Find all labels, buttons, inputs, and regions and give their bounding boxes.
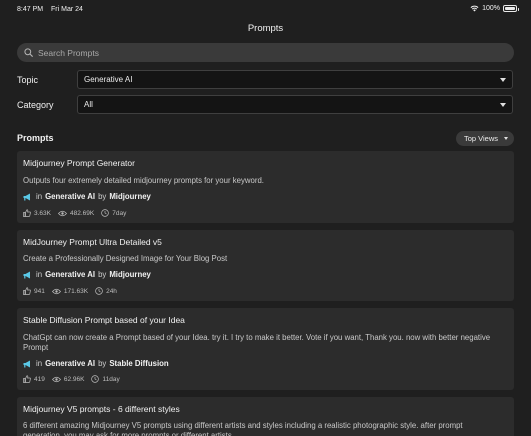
age-stat: 24h [95, 287, 117, 295]
caret-down-icon [500, 78, 506, 82]
battery-percent: 100% [482, 5, 500, 12]
card-stats: 941 171.63K 24h [23, 287, 124, 295]
clock-icon [101, 209, 109, 217]
category-select-value: All [84, 100, 93, 109]
sort-label: Top Views [463, 134, 498, 143]
clock-icon [91, 375, 100, 383]
meta-in: in [36, 192, 43, 201]
status-bar: 8:47 PM Fri Mar 24 100% [0, 0, 531, 18]
likes-count: 941 [34, 287, 45, 295]
topic-select-value: Generative AI [84, 75, 133, 84]
card-title[interactable]: Midjourney V5 prompts - 6 different styl… [23, 404, 180, 414]
search-icon [24, 48, 33, 57]
age-text: 11day [102, 375, 120, 383]
category-label: Category [17, 100, 54, 110]
age-stat: 7day [101, 209, 126, 217]
views-stat: 171.63K [51, 287, 89, 295]
caret-down-icon [504, 137, 508, 140]
topic-label: Topic [17, 75, 39, 85]
category-select[interactable]: All [77, 95, 513, 114]
likes-count: 419 [34, 375, 45, 383]
section-title: Prompts [17, 133, 54, 143]
status-left: 8:47 PM Fri Mar 24 [17, 6, 83, 13]
megaphone-icon [23, 271, 30, 278]
card-stats: 419 62.96K 11day [23, 375, 127, 383]
eye-icon [51, 288, 61, 294]
card-meta: in Generative AI by Stable Diffusion [23, 359, 172, 368]
category-link[interactable]: Midjourney [109, 192, 151, 201]
caret-down-icon [500, 103, 506, 107]
battery-icon [503, 5, 519, 12]
prompt-card[interactable]: Midjourney V5 prompts - 6 different styl… [17, 397, 514, 436]
likes-stat: 941 [23, 287, 45, 295]
views-stat: 482.69K [58, 210, 94, 217]
meta-by: by [98, 192, 107, 201]
likes-stat: 3.63K [23, 209, 51, 217]
views-count: 482.69K [70, 209, 95, 217]
card-meta: in Generative AI by Midjourney [23, 270, 154, 279]
search-bar[interactable] [17, 43, 514, 62]
card-description: 6 different amazing Midjourney V5 prompt… [23, 421, 463, 436]
thumbs-up-icon [23, 287, 31, 295]
card-description: Outputs four extremely detailed midjourn… [23, 176, 264, 185]
likes-count: 3.63K [34, 209, 51, 217]
sort-button[interactable]: Top Views [455, 131, 514, 146]
views-stat: 62.96K [51, 375, 85, 383]
prompt-card[interactable]: Midjourney Prompt Generator Outputs four… [17, 151, 514, 223]
age-text: 7day [112, 209, 127, 217]
card-stats: 3.63K 482.69K 7day [23, 209, 133, 217]
search-input[interactable] [38, 47, 498, 58]
status-right: 100% [470, 5, 519, 12]
thumbs-up-icon [23, 375, 31, 383]
thumbs-up-icon [23, 209, 31, 217]
views-count: 171.63K [63, 287, 89, 295]
age-text: 24h [106, 287, 117, 295]
status-date: Fri Mar 24 [51, 6, 83, 13]
age-stat: 11day [91, 375, 120, 383]
card-meta: in Generative AI by Midjourney [23, 192, 154, 201]
topic-select[interactable]: Generative AI [77, 70, 513, 89]
meta-in: in [36, 359, 43, 368]
category-link[interactable]: Stable Diffusion [109, 359, 168, 368]
card-title[interactable]: MidJourney Prompt Ultra Detailed v5 [23, 237, 162, 247]
clock-icon [95, 287, 103, 295]
eye-icon [58, 210, 67, 216]
megaphone-icon [23, 193, 30, 200]
card-title[interactable]: Midjourney Prompt Generator [23, 158, 135, 168]
page-title: Prompts [247, 23, 284, 34]
topic-link[interactable]: Generative AI [45, 359, 95, 368]
prompt-card[interactable]: MidJourney Prompt Ultra Detailed v5 Crea… [17, 230, 514, 301]
category-link[interactable]: Midjourney [109, 270, 151, 279]
card-description: ChatGpt can now create a Prompt based of… [23, 333, 491, 352]
card-description: Create a Professionally Designed Image f… [23, 254, 228, 263]
eye-icon [51, 376, 61, 382]
topic-link[interactable]: Generative AI [45, 270, 95, 279]
card-title[interactable]: Stable Diffusion Prompt based of your Id… [23, 315, 185, 325]
topic-link[interactable]: Generative AI [45, 192, 95, 201]
meta-by: by [98, 270, 107, 279]
meta-by: by [98, 359, 107, 368]
wifi-icon [470, 5, 479, 12]
megaphone-icon [23, 360, 30, 367]
prompt-card[interactable]: Stable Diffusion Prompt based of your Id… [17, 308, 514, 390]
likes-stat: 419 [23, 375, 45, 383]
battery-fill [505, 7, 515, 10]
meta-in: in [36, 270, 43, 279]
views-count: 62.96K [63, 375, 85, 383]
status-time: 8:47 PM [17, 6, 44, 13]
